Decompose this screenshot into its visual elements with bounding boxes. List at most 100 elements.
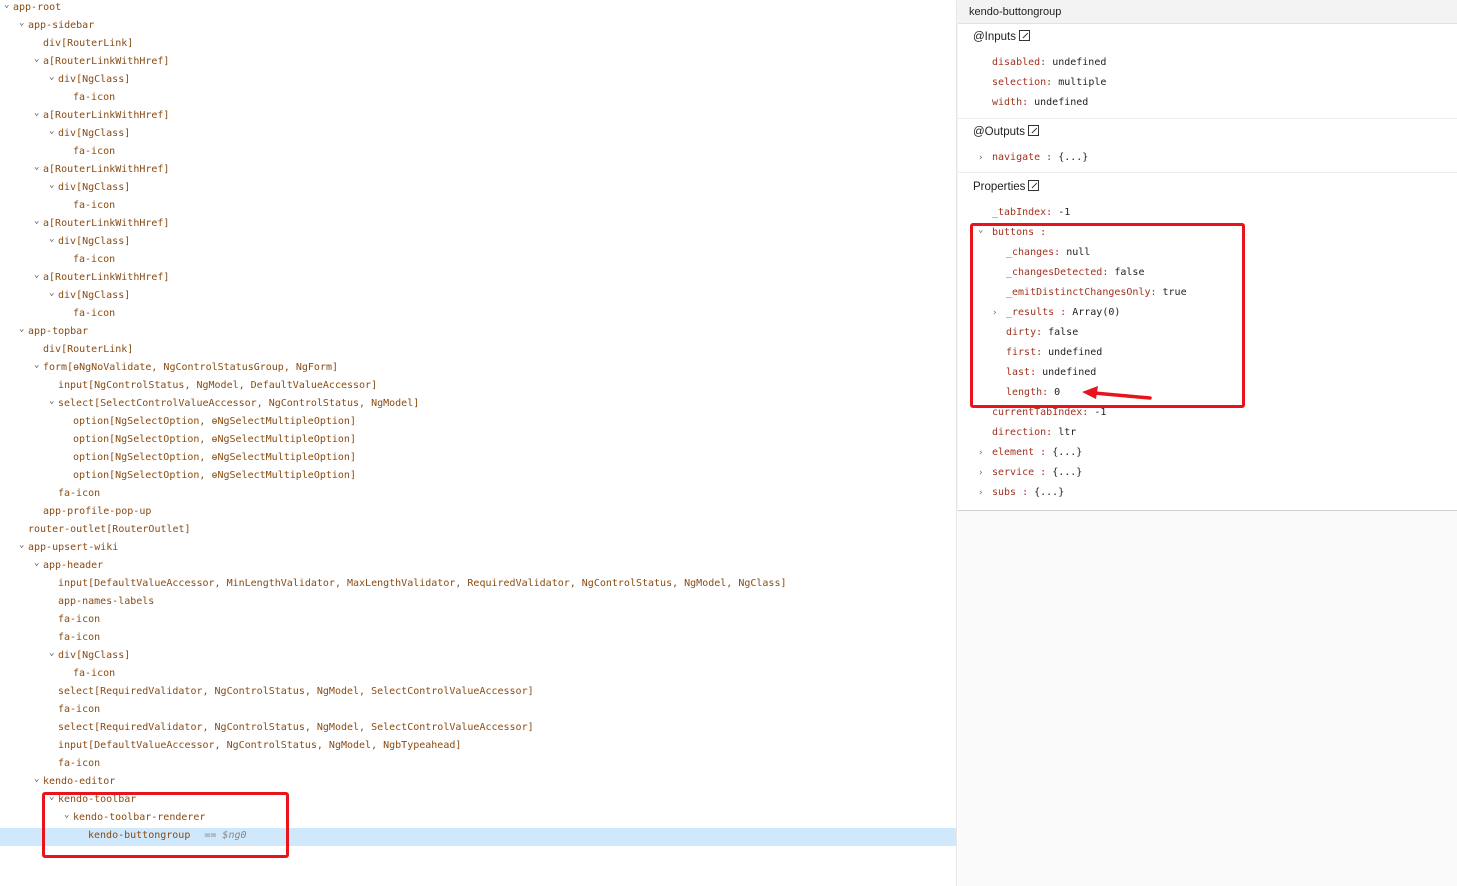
property-key: _emitDistinctChangesOnly: (1006, 287, 1157, 298)
tree-node[interactable]: input[DefaultValueAccessor, MinLengthVal… (0, 576, 956, 594)
tree-node[interactable]: app-upsert-wiki (0, 540, 956, 558)
tree-node[interactable]: option[NgSelectOption, ɵNgSelectMultiple… (0, 432, 956, 450)
tree-node[interactable]: kendo-toolbar-renderer (0, 810, 956, 828)
chevron-right-icon[interactable]: › (978, 445, 992, 461)
property-row[interactable]: › _results : Array(0) (992, 305, 1120, 321)
property-value: {...} (1058, 152, 1089, 163)
tree-node[interactable]: select[RequiredValidator, NgControlStatu… (0, 684, 956, 702)
chevron-down-icon[interactable] (19, 18, 28, 34)
property-row[interactable]: › element : {...} (978, 445, 1082, 461)
chevron-down-icon[interactable] (49, 126, 58, 142)
tree-node[interactable]: option[NgSelectOption, ɵNgSelectMultiple… (0, 414, 956, 432)
property-value: true (1162, 287, 1187, 298)
property-value: {...} (1052, 467, 1083, 478)
property-row[interactable]: › subs : {...} (978, 485, 1064, 501)
tree-node-name: router-outlet (28, 524, 107, 535)
chevron-down-icon[interactable]: ⌄ (978, 222, 992, 238)
tree-node[interactable]: fa-icon (0, 666, 956, 684)
chevron-down-icon[interactable] (49, 648, 58, 664)
tree-node-directives: [NgClass] (76, 650, 131, 661)
chevron-down-icon[interactable] (19, 324, 28, 340)
tree-node[interactable]: kendo-editor (0, 774, 956, 792)
chevron-down-icon[interactable] (34, 558, 43, 574)
tree-node[interactable]: router-outlet[RouterOutlet] (0, 522, 956, 540)
tree-node-directives: [NgSelectOption, ɵNgSelectMultipleOption… (109, 416, 356, 427)
chevron-down-icon[interactable] (34, 54, 43, 70)
tree-node[interactable]: app-sidebar (0, 18, 956, 36)
property-row[interactable]: › navigate : {...} (978, 150, 1088, 166)
chevron-down-icon[interactable] (34, 360, 43, 376)
chevron-down-icon[interactable] (19, 540, 28, 556)
tree-node[interactable]: a[RouterLinkWithHref] (0, 216, 956, 234)
property-key: disabled: (992, 57, 1047, 68)
tree-node[interactable]: fa-icon (0, 144, 956, 162)
tree-node[interactable]: fa-icon (0, 486, 956, 504)
tree-node-name: fa-icon (73, 668, 116, 679)
chevron-down-icon[interactable] (34, 270, 43, 286)
tree-node[interactable]: app-topbar (0, 324, 956, 342)
tree-node[interactable]: input[DefaultValueAccessor, NgControlSta… (0, 738, 956, 756)
section-divider (958, 118, 1457, 119)
tree-node[interactable]: fa-icon (0, 756, 956, 774)
tree-node[interactable]: fa-icon (0, 252, 956, 270)
tree-node[interactable]: a[RouterLinkWithHref] (0, 270, 956, 288)
open-external-icon[interactable] (1019, 30, 1031, 41)
open-external-icon[interactable] (1027, 125, 1039, 136)
chevron-down-icon[interactable] (49, 396, 58, 412)
chevron-down-icon[interactable] (34, 774, 43, 790)
chevron-down-icon[interactable] (49, 792, 58, 808)
chevron-down-icon[interactable] (49, 288, 58, 304)
tree-node[interactable]: div[NgClass] (0, 72, 956, 90)
tree-node[interactable]: app-names-labels (0, 594, 956, 612)
chevron-right-icon[interactable]: › (992, 305, 1006, 321)
tree-node[interactable]: input[NgControlStatus, NgModel, DefaultV… (0, 378, 956, 396)
tree-node[interactable]: fa-icon (0, 198, 956, 216)
tree-node-name: option (73, 470, 110, 481)
property-key: _changes: (1006, 247, 1061, 258)
tree-node[interactable]: div[NgClass] (0, 180, 956, 198)
tree-node[interactable]: div[NgClass] (0, 126, 956, 144)
tree-node[interactable]: fa-icon (0, 630, 956, 648)
tree-node-directives: [RouterLink] (61, 38, 134, 49)
property-row[interactable]: › service : {...} (978, 465, 1082, 481)
chevron-right-icon[interactable]: › (978, 150, 992, 166)
chevron-down-icon[interactable] (34, 216, 43, 232)
chevron-down-icon[interactable] (4, 0, 13, 16)
tree-node[interactable]: option[NgSelectOption, ɵNgSelectMultiple… (0, 468, 956, 486)
panel-empty-area (958, 511, 1457, 886)
tree-node[interactable]: kendo-buttongroup == $ng0 (0, 828, 956, 846)
chevron-down-icon[interactable] (49, 234, 58, 250)
tree-node[interactable]: form[ɵNgNoValidate, NgControlStatusGroup… (0, 360, 956, 378)
tree-node[interactable]: kendo-toolbar (0, 792, 956, 810)
tree-node[interactable]: div[NgClass] (0, 648, 956, 666)
tree-node[interactable]: fa-icon (0, 702, 956, 720)
tree-node[interactable]: select[RequiredValidator, NgControlStatu… (0, 720, 956, 738)
tree-node[interactable]: div[NgClass] (0, 234, 956, 252)
tree-node[interactable]: app-root (0, 0, 956, 18)
tree-node[interactable]: div[RouterLink] (0, 36, 956, 54)
tree-node[interactable]: option[NgSelectOption, ɵNgSelectMultiple… (0, 450, 956, 468)
tree-node[interactable]: div[NgClass] (0, 288, 956, 306)
component-tree: app-rootapp-sidebardiv[RouterLink]a[Rout… (0, 0, 957, 886)
chevron-down-icon[interactable] (64, 810, 73, 826)
chevron-down-icon[interactable] (49, 180, 58, 196)
tree-node[interactable]: select[SelectControlValueAccessor, NgCon… (0, 396, 956, 414)
property-row[interactable]: ⌄ buttons : (978, 225, 1052, 241)
tree-node[interactable]: app-profile-pop-up (0, 504, 956, 522)
tree-node[interactable]: a[RouterLinkWithHref] (0, 162, 956, 180)
chevron-down-icon[interactable] (49, 72, 58, 88)
tree-node[interactable]: fa-icon (0, 90, 956, 108)
tree-node[interactable]: a[RouterLinkWithHref] (0, 54, 956, 72)
tree-node-name: kendo-toolbar-renderer (73, 812, 206, 823)
chevron-right-icon[interactable]: › (978, 465, 992, 481)
open-external-icon[interactable] (1028, 180, 1040, 191)
property-key: _results : (1006, 307, 1067, 318)
tree-node[interactable]: fa-icon (0, 306, 956, 324)
tree-node[interactable]: app-header (0, 558, 956, 576)
chevron-down-icon[interactable] (34, 108, 43, 124)
tree-node[interactable]: a[RouterLinkWithHref] (0, 108, 956, 126)
tree-node[interactable]: div[RouterLink] (0, 342, 956, 360)
tree-node[interactable]: fa-icon (0, 612, 956, 630)
chevron-right-icon[interactable]: › (978, 485, 992, 501)
chevron-down-icon[interactable] (34, 162, 43, 178)
